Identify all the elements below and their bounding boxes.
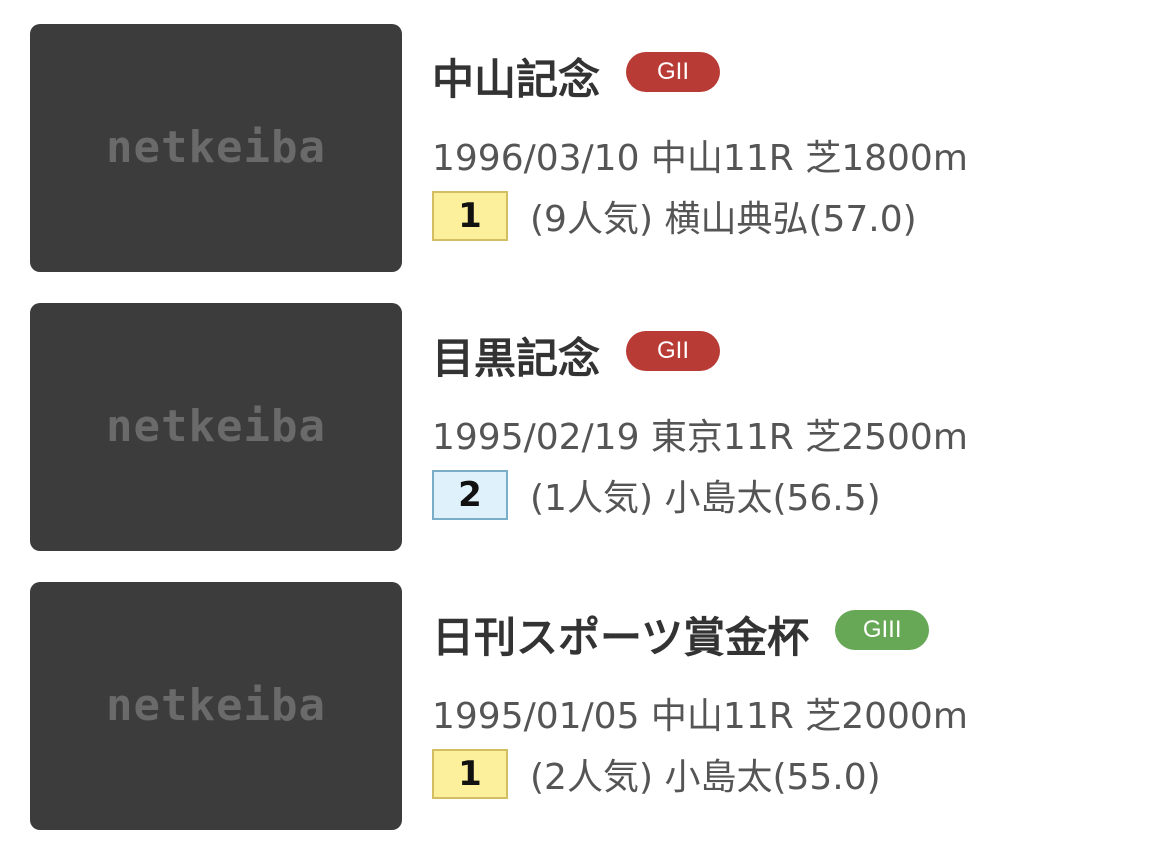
race-name-link[interactable]: 目黒記念	[432, 329, 600, 389]
race-thumbnail[interactable]: netkeiba	[30, 582, 402, 830]
finish-rank-badge: 1	[432, 191, 508, 241]
race-list: netkeiba 中山記念 GII 1996/03/10 中山11R 芝1800…	[0, 0, 1170, 860]
netkeiba-logo: netkeiba	[106, 401, 326, 452]
race-title-row: 中山記念 GII	[432, 50, 721, 110]
race-name-link[interactable]: 中山記念	[432, 50, 600, 110]
race-list-item[interactable]: netkeiba 中山記念 GII 1996/03/10 中山11R 芝1800…	[30, 24, 1140, 274]
netkeiba-logo: netkeiba	[106, 122, 326, 173]
popularity-jockey-weight: (9人気) 横山典弘(57.0)	[530, 199, 917, 240]
grade-badge: GII	[626, 331, 721, 371]
race-result: 1 (2人気) 小島太(55.0)	[432, 748, 881, 800]
race-list-item[interactable]: netkeiba 目黒記念 GII 1995/02/19 東京11R 芝2500…	[30, 303, 1140, 553]
race-result: 2 (1人気) 小島太(56.5)	[432, 469, 881, 521]
grade-badge: GIII	[835, 610, 930, 650]
grade-badge: GII	[626, 52, 721, 92]
finish-rank-badge: 2	[432, 470, 508, 520]
race-result: 1 (9人気) 横山典弘(57.0)	[432, 190, 917, 242]
netkeiba-logo: netkeiba	[106, 680, 326, 731]
finish-rank-badge: 1	[432, 749, 508, 799]
race-info: 日刊スポーツ賞金杯 GIII 1995/01/05 中山11R 芝2000m 1…	[432, 582, 1132, 832]
race-list-item[interactable]: netkeiba 日刊スポーツ賞金杯 GIII 1995/01/05 中山11R…	[30, 582, 1140, 832]
race-thumbnail[interactable]: netkeiba	[30, 303, 402, 551]
popularity-jockey-weight: (1人気) 小島太(56.5)	[530, 478, 881, 519]
race-info: 中山記念 GII 1996/03/10 中山11R 芝1800m 1 (9人気)…	[432, 24, 1132, 274]
race-thumbnail[interactable]: netkeiba	[30, 24, 402, 272]
race-info: 目黒記念 GII 1995/02/19 東京11R 芝2500m 2 (1人気)…	[432, 303, 1132, 553]
race-meta: 1995/01/05 中山11R 芝2000m	[432, 696, 968, 737]
race-title-row: 日刊スポーツ賞金杯 GIII	[432, 608, 930, 668]
race-name-link[interactable]: 日刊スポーツ賞金杯	[432, 608, 809, 668]
race-meta: 1996/03/10 中山11R 芝1800m	[432, 138, 968, 179]
race-meta: 1995/02/19 東京11R 芝2500m	[432, 417, 968, 458]
popularity-jockey-weight: (2人気) 小島太(55.0)	[530, 757, 881, 798]
race-title-row: 目黒記念 GII	[432, 329, 721, 389]
